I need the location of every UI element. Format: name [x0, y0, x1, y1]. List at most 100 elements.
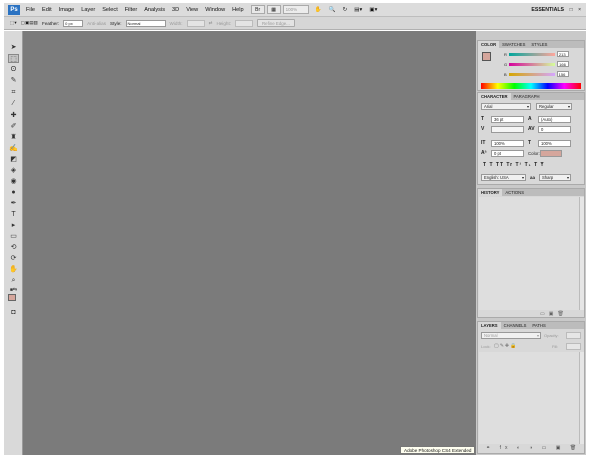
- view-extras-button[interactable]: ▦: [266, 5, 281, 14]
- photoshop-logo[interactable]: Ps: [8, 4, 20, 15]
- language-select[interactable]: English: USA: [481, 174, 526, 181]
- tab-paragraph[interactable]: PARAGRAPH: [511, 93, 543, 100]
- history-brush-tool-icon[interactable]: ✍: [8, 144, 19, 153]
- blue-slider[interactable]: [508, 72, 555, 76]
- blur-tool-icon[interactable]: ◉: [8, 177, 19, 186]
- hand-tool-icon[interactable]: ✋: [315, 7, 322, 13]
- clone-stamp-tool-icon[interactable]: ♜: [8, 133, 19, 142]
- menu-3d[interactable]: 3D: [172, 7, 179, 13]
- zoom-level-field[interactable]: 100%: [282, 5, 309, 14]
- feather-input[interactable]: 0 px: [63, 19, 84, 27]
- 3d-orbit-tool-icon[interactable]: ⟳: [8, 254, 19, 263]
- pen-tool-icon[interactable]: ✒: [8, 199, 19, 208]
- font-family-select[interactable]: Arial: [481, 103, 531, 110]
- eraser-tool-icon[interactable]: ◩: [8, 155, 19, 164]
- tool-preset-icon[interactable]: ⬚▾: [10, 20, 17, 26]
- menu-window[interactable]: Window: [205, 7, 225, 13]
- type-tool-icon[interactable]: T: [8, 210, 19, 219]
- healing-brush-tool-icon[interactable]: ✚: [8, 111, 19, 120]
- arrange-documents-icon[interactable]: ▤▾: [354, 7, 362, 13]
- red-slider[interactable]: [508, 52, 555, 56]
- move-tool-icon[interactable]: ➤: [8, 43, 19, 52]
- color-spectrum-bar[interactable]: [481, 83, 581, 89]
- tab-character[interactable]: CHARACTER: [478, 93, 511, 100]
- font-size-input[interactable]: 36 pt: [491, 116, 524, 123]
- path-selection-tool-icon[interactable]: ▸: [8, 221, 19, 230]
- menu-layer[interactable]: Layer: [81, 7, 95, 13]
- foreground-color-swatch[interactable]: [8, 294, 16, 301]
- 3d-rotate-tool-icon[interactable]: ⟲: [8, 243, 19, 252]
- height-input[interactable]: [235, 19, 253, 27]
- shape-tool-icon[interactable]: ▭: [8, 232, 19, 241]
- font-style-select[interactable]: Regular: [536, 103, 572, 110]
- tab-swatches[interactable]: SWATCHES: [499, 41, 528, 48]
- opacity-input[interactable]: [566, 332, 581, 339]
- antialias-checkbox[interactable]: Anti-alias: [87, 21, 106, 26]
- quick-mask-icon[interactable]: ◘: [8, 308, 19, 317]
- font-size-icon: T: [481, 116, 485, 122]
- document-canvas-area[interactable]: [23, 31, 476, 455]
- dodge-tool-icon[interactable]: ●: [8, 188, 19, 197]
- eyedropper-tool-icon[interactable]: ⁄: [8, 99, 19, 108]
- layers-list[interactable]: [479, 352, 579, 444]
- horizontal-scale-input[interactable]: 100%: [538, 140, 571, 147]
- quick-select-tool-icon[interactable]: ✎: [8, 76, 19, 85]
- window-controls[interactable]: - □ ×: [563, 7, 583, 13]
- selection-mode-icons[interactable]: ▢▣▤▥: [21, 20, 38, 26]
- layers-footer-icons[interactable]: ⚭ fx ◐ ◑ ▭ ▣ 🗑: [486, 445, 580, 451]
- zoom-tool-icon[interactable]: 🔍: [329, 7, 336, 13]
- zoom-tool-icon[interactable]: ⌕: [8, 276, 19, 285]
- gradient-tool-icon[interactable]: ◈: [8, 166, 19, 175]
- menu-file[interactable]: File: [26, 7, 35, 13]
- green-value-input[interactable]: 166: [557, 61, 570, 67]
- tab-layers[interactable]: LAYERS: [478, 322, 501, 329]
- menu-select[interactable]: Select: [102, 7, 118, 13]
- type-style-buttons[interactable]: T T TT Tr T¹ T₁ T Ŧ: [483, 162, 545, 168]
- menu-help[interactable]: Help: [232, 7, 244, 13]
- text-color-swatch[interactable]: [540, 150, 562, 157]
- tab-history[interactable]: HISTORY: [478, 189, 503, 196]
- tab-paths[interactable]: PATHS: [529, 322, 548, 329]
- tab-color[interactable]: COLOR: [478, 41, 500, 48]
- screen-mode-icon[interactable]: ▣▾: [369, 7, 377, 13]
- tab-channels[interactable]: CHANNELS: [501, 322, 530, 329]
- kerning-input[interactable]: [491, 126, 524, 133]
- antialias-select[interactable]: Sharp: [539, 174, 571, 181]
- hand-tool-icon[interactable]: ✋: [8, 265, 19, 274]
- vertical-scale-input[interactable]: 100%: [491, 140, 524, 147]
- brush-tool-icon[interactable]: ✐: [8, 122, 19, 131]
- launch-bridge-button[interactable]: Br: [250, 5, 265, 14]
- history-scrollbar[interactable]: [579, 197, 584, 310]
- crop-tool-icon[interactable]: ⌗: [8, 88, 19, 97]
- lasso-tool-icon[interactable]: ʘ: [8, 65, 19, 74]
- menu-analysis[interactable]: Analysis: [144, 7, 165, 13]
- history-footer-icons[interactable]: ▭▣🗑: [540, 311, 568, 317]
- menu-view[interactable]: View: [186, 7, 198, 13]
- blue-value-input[interactable]: 156: [556, 71, 569, 77]
- menu-filter[interactable]: Filter: [125, 7, 137, 13]
- tab-styles[interactable]: STYLES: [528, 41, 550, 48]
- green-slider[interactable]: [509, 62, 556, 66]
- refine-edge-button[interactable]: Refine Edge...: [257, 19, 295, 27]
- lock-icons[interactable]: ▢✎✚🔒: [494, 343, 517, 349]
- leading-input[interactable]: (Auto): [538, 116, 571, 123]
- marquee-tool-icon[interactable]: ⬚: [8, 54, 19, 63]
- workspace-switcher[interactable]: ESSENTIALS: [531, 7, 564, 13]
- menu-image[interactable]: Image: [59, 7, 75, 13]
- baseline-shift-input[interactable]: 0 pt: [491, 150, 524, 157]
- history-list[interactable]: [479, 197, 579, 310]
- style-select[interactable]: Normal: [125, 19, 166, 27]
- tab-actions[interactable]: ACTIONS: [502, 189, 527, 196]
- width-input[interactable]: [186, 19, 205, 27]
- foreground-color-chip[interactable]: [482, 52, 491, 61]
- layers-scrollbar[interactable]: [579, 352, 584, 444]
- menu-bar: Ps File Edit Image Layer Select Filter A…: [4, 3, 586, 17]
- fill-input[interactable]: [566, 343, 581, 350]
- fill-label: Fill:: [552, 344, 559, 349]
- swap-icon[interactable]: ⇄: [209, 20, 213, 26]
- rotate-view-icon[interactable]: ↻: [343, 7, 348, 13]
- tracking-input[interactable]: 0: [538, 126, 571, 133]
- blend-mode-select[interactable]: Normal: [481, 332, 541, 339]
- red-value-input[interactable]: 213: [556, 51, 569, 57]
- menu-edit[interactable]: Edit: [42, 7, 52, 13]
